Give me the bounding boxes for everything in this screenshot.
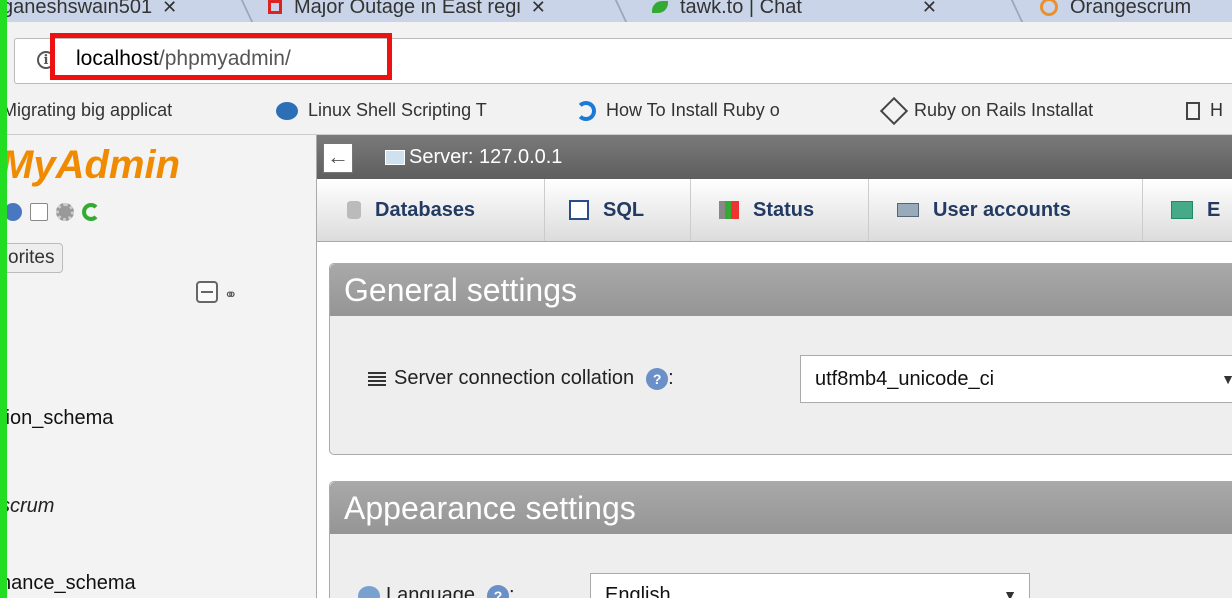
tab-status[interactable]: Status — [691, 179, 869, 241]
tab-divider — [1009, 0, 1025, 22]
sidebar-icon-row — [4, 203, 100, 221]
tab-databases[interactable]: Databases — [317, 179, 545, 241]
tab-label: Orangescrum — [1070, 0, 1192, 18]
bookmark-3[interactable]: How To Install Ruby o — [576, 100, 780, 121]
back-arrow-icon[interactable]: ← — [323, 143, 353, 173]
panel-title: General settings — [330, 264, 1232, 316]
browser-tab-3[interactable]: tawk.to | Chat ✕ — [652, 0, 937, 20]
main-content: ← Server: 127.0.0.1 Databases SQL Status… — [317, 135, 1232, 598]
sidebar-db-item[interactable]: nance_schema — [0, 572, 136, 595]
browser-tab-4[interactable]: Orangescrum — [1040, 0, 1191, 20]
tab-sql[interactable]: SQL — [545, 179, 691, 241]
tab-label: SQL — [603, 198, 645, 221]
red-square-icon — [268, 0, 282, 14]
bookmark-label: H — [1210, 100, 1223, 120]
bookmark-label: Linux Shell Scripting T — [308, 100, 487, 120]
tab-label: ganeshswain501 — [2, 0, 153, 18]
left-edge-marker — [0, 0, 7, 598]
navigation-sidebar: MyAdmin orites ⚭ tion_schema scrum nance… — [0, 135, 317, 598]
reload-icon[interactable] — [82, 203, 100, 221]
chevron-down-icon: ▼ — [1003, 587, 1017, 598]
status-icon — [719, 201, 739, 219]
tab-divider — [239, 0, 255, 22]
url-host: localhost — [76, 47, 159, 70]
server-breadcrumb[interactable]: Server: 127.0.0.1 — [409, 146, 562, 169]
chevron-down-icon: ▼ — [1221, 371, 1232, 387]
appearance-settings-panel: Appearance settings Language ?: English … — [329, 481, 1232, 598]
browser-tab-1[interactable]: ganeshswain501 ✕ — [2, 0, 177, 20]
language-value: English — [605, 583, 671, 598]
tab-label: Major Outage in East regi — [294, 0, 521, 18]
export-icon — [1171, 201, 1193, 219]
top-menu-tabs: Databases SQL Status User accounts E — [317, 179, 1232, 242]
sidebar-db-item[interactable]: scrum — [0, 495, 54, 518]
sidebar-db-item[interactable]: tion_schema — [0, 407, 113, 430]
close-icon[interactable]: ✕ — [922, 0, 937, 18]
server-icon — [385, 150, 405, 165]
users-icon — [897, 203, 919, 217]
tab-divider — [613, 0, 629, 22]
collation-row: Server connection collation ?: — [368, 367, 674, 390]
tab-label: Status — [753, 198, 815, 221]
browser-tab-strip: ganeshswain501 ✕ Major Outage in East re… — [0, 0, 1232, 22]
close-icon[interactable]: ✕ — [531, 0, 546, 18]
browser-toolbar: i localhost/phpmyadmin/ — [0, 22, 1232, 90]
tab-label: E — [1207, 198, 1221, 221]
bookmark-2[interactable]: Linux Shell Scripting T — [276, 100, 487, 121]
browser-tab-2[interactable]: Major Outage in East regi ✕ — [268, 0, 546, 20]
general-settings-panel: General settings Server connection colla… — [329, 263, 1232, 455]
bookmark-label: Ruby on Rails Installat — [914, 100, 1094, 120]
gear-icon[interactable] — [56, 203, 74, 221]
bookmark-label: How To Install Ruby o — [606, 100, 780, 120]
docs-icon[interactable] — [30, 203, 48, 221]
server-breadcrumb-bar: ← Server: 127.0.0.1 — [317, 135, 1232, 179]
url-path: /phpmyadmin/ — [158, 47, 291, 70]
phpmyadmin-logo[interactable]: MyAdmin — [0, 143, 180, 188]
collation-label: Server connection collation — [394, 367, 635, 389]
link-icon[interactable]: ⚭ — [224, 285, 237, 305]
bookmark-1[interactable]: Migrating big applicat — [2, 100, 172, 121]
bookmark-label: Migrating big applicat — [2, 100, 173, 120]
language-row: Language ?: — [358, 584, 515, 598]
list-icon — [368, 371, 386, 386]
favorites-tab[interactable]: orites — [0, 243, 64, 273]
tab-export[interactable]: E — [1143, 179, 1232, 241]
bookmarks-bar: Migrating big applicat Linux Shell Scrip… — [0, 90, 1232, 135]
digitalocean-icon — [576, 100, 596, 121]
collapse-all-icon[interactable] — [196, 281, 218, 303]
tab-label: Databases — [375, 198, 476, 221]
tab-label: User accounts — [933, 198, 1071, 221]
language-label: Language — [386, 584, 475, 598]
language-icon — [358, 585, 380, 598]
tab-user-accounts[interactable]: User accounts — [869, 179, 1143, 241]
rails-icon — [879, 96, 909, 125]
bookmark-4[interactable]: Ruby on Rails Installat — [879, 96, 1094, 125]
tab-label: tawk.to | Chat — [680, 0, 802, 18]
url-text[interactable]: localhost/phpmyadmin/ — [76, 47, 291, 71]
sql-icon — [569, 200, 589, 220]
linux-icon — [276, 101, 298, 120]
collation-select[interactable]: utf8mb4_unicode_ci ▼ — [800, 355, 1232, 403]
collation-value: utf8mb4_unicode_ci — [815, 367, 995, 390]
database-icon — [347, 201, 361, 219]
bookmark-5[interactable]: H — [1186, 100, 1223, 121]
help-icon[interactable]: ? — [646, 367, 669, 390]
close-icon[interactable]: ✕ — [162, 0, 177, 18]
panel-title: Appearance settings — [330, 482, 1232, 534]
page-icon — [1186, 101, 1200, 120]
language-select[interactable]: English ▼ — [590, 573, 1030, 598]
leaf-icon — [652, 1, 668, 13]
orange-circle-icon — [1040, 0, 1058, 16]
help-icon[interactable]: ? — [486, 584, 509, 598]
